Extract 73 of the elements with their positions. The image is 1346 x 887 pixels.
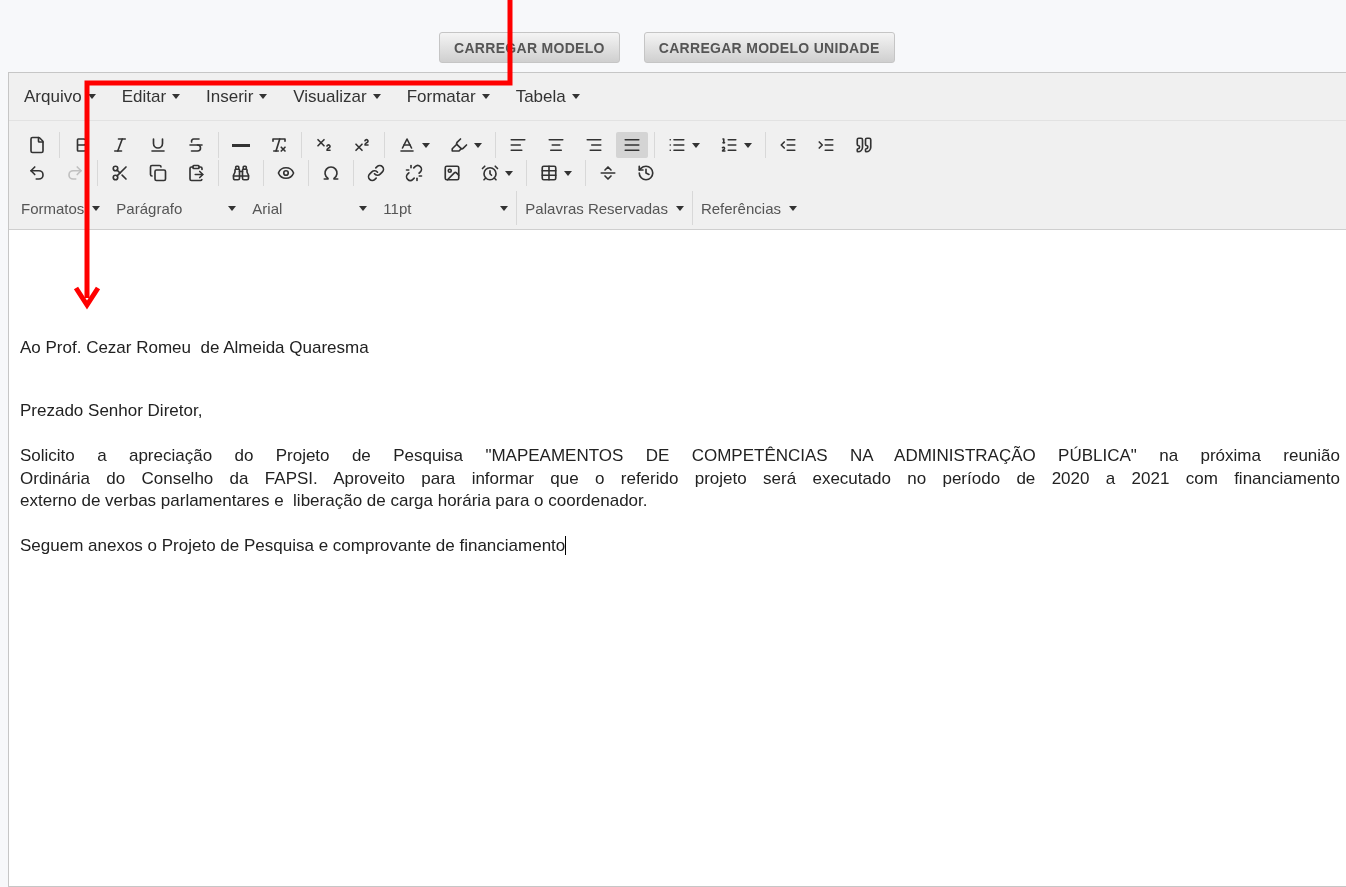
caret-icon xyxy=(359,205,368,211)
caret-icon xyxy=(228,205,237,211)
caret-icon xyxy=(505,170,513,176)
quote-icon xyxy=(855,136,873,154)
toolbar-button[interactable] xyxy=(616,132,648,158)
caret-icon xyxy=(87,94,96,99)
unlink-icon xyxy=(405,164,423,182)
text-cursor xyxy=(565,536,567,556)
document-paragraph: Ao Prof. Cezar Romeu de Almeida Quaresma xyxy=(20,337,370,359)
table-icon xyxy=(540,164,558,182)
document-paragraph: Seguem anexos o Projeto de Pesquisa e comprovante de financiamento xyxy=(20,534,566,557)
caret-icon xyxy=(500,205,509,211)
alarm-clock-icon xyxy=(481,164,499,182)
bullet-list-icon xyxy=(668,136,686,154)
caret-icon xyxy=(422,142,430,148)
document-paragraph: Prezado Senhor Diretor, xyxy=(20,399,204,422)
menu-item[interactable]: Tabela xyxy=(515,86,580,107)
highlight-icon xyxy=(450,136,468,154)
cut-icon xyxy=(111,164,129,182)
caret-icon xyxy=(789,205,797,211)
caret-icon xyxy=(571,94,580,99)
caret-icon xyxy=(692,142,700,148)
text-color-icon xyxy=(398,136,416,154)
indent-icon xyxy=(817,136,835,154)
format-dropdown[interactable]: Arial xyxy=(252,199,368,217)
caret-icon xyxy=(172,94,181,99)
copy-icon xyxy=(149,164,167,182)
menu-item[interactable]: Formatar xyxy=(406,86,490,107)
redo-icon xyxy=(66,164,84,182)
caret-icon xyxy=(564,170,572,176)
history-icon xyxy=(637,164,655,182)
strikethrough-icon xyxy=(187,136,205,154)
justify-icon xyxy=(623,136,641,154)
undo-icon xyxy=(28,164,46,182)
menu-item[interactable]: Arquivo xyxy=(24,86,96,107)
document-line: Ordinária do Conselho da FAPSI. Aproveito para informar que o referido projeto será executado no período de 2020 a 2021 com financiamento xyxy=(20,467,1340,490)
clear-formatting-icon xyxy=(270,136,288,154)
eye-icon xyxy=(277,164,295,182)
caret-icon xyxy=(675,205,684,211)
format-dropdown[interactable]: Palavras Reservadas xyxy=(525,199,684,217)
link-icon xyxy=(367,164,385,182)
menu-item[interactable]: Visualizar xyxy=(293,86,381,107)
format-dropdown[interactable]: Parágrafo xyxy=(116,199,237,217)
underline-icon xyxy=(149,136,167,154)
caret-icon xyxy=(744,142,752,148)
menu-item[interactable]: Editar xyxy=(121,86,181,107)
align-left-icon xyxy=(509,136,527,154)
format-dropdown[interactable]: 11pt xyxy=(383,199,509,217)
caret-icon xyxy=(372,94,381,99)
new-document-icon xyxy=(28,136,46,154)
format-dropdown[interactable]: Formatos xyxy=(21,199,101,217)
image-icon xyxy=(443,164,461,182)
numbered-list-icon xyxy=(720,136,738,154)
binoculars-icon xyxy=(232,164,250,182)
document-line: Solicito a apreciação do Projeto de Pesquisa "MAPEAMENTOS DE COMPETÊNCIAS NA ADMINISTRAÇÃO PÚBLICA" na próxima reunião xyxy=(20,445,1340,467)
caret-icon xyxy=(481,94,490,99)
document-line: externo de verbas parlamentares e liberação de carga horária para o coordenador. xyxy=(20,490,649,512)
caret-icon xyxy=(259,94,268,99)
align-center-icon xyxy=(547,136,565,154)
page-break-icon xyxy=(599,164,617,182)
caret-icon xyxy=(92,205,101,211)
caret-icon xyxy=(474,142,482,148)
italic-icon xyxy=(111,136,129,154)
load-template-button[interactable]: CARREGAR MODELO UNIDADE xyxy=(643,32,895,63)
paste-icon xyxy=(187,164,205,182)
superscript-icon xyxy=(353,136,371,154)
menu-item[interactable]: Inserir xyxy=(206,86,268,107)
subscript-icon xyxy=(315,136,333,154)
format-dropdown[interactable]: Referências xyxy=(700,199,797,217)
outdent-icon xyxy=(779,136,797,154)
horizontal-line-icon xyxy=(232,143,250,147)
omega-icon xyxy=(322,164,340,182)
align-right-icon xyxy=(585,136,603,154)
